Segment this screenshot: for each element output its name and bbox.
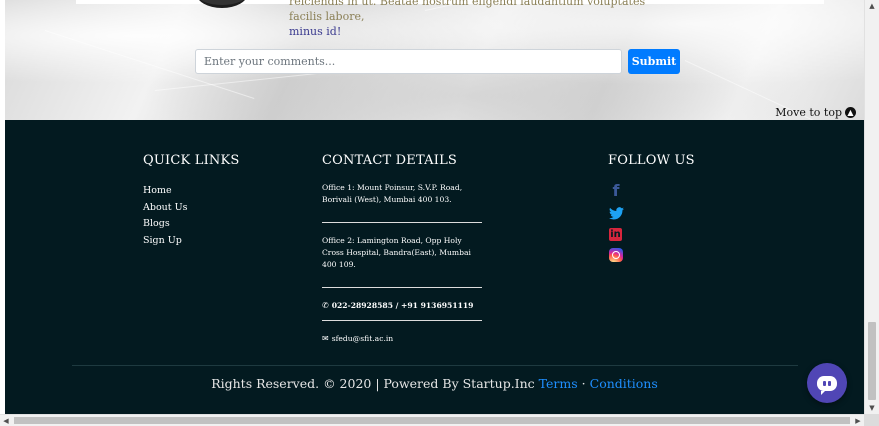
arrow-up-circle-icon: ▲ [845, 107, 856, 118]
footer-link-home[interactable]: Home [143, 183, 188, 200]
scroll-thumb-horizontal[interactable] [14, 417, 850, 424]
comment-line: minus id! [289, 25, 342, 38]
chat-icon [817, 375, 837, 395]
scroll-down-arrow-icon[interactable]: ▼ [865, 402, 879, 414]
scrollbar-corner [864, 414, 879, 426]
twitter-icon[interactable] [608, 205, 624, 221]
email-line: ✉ sfedu@sfit.ac.in [322, 333, 482, 345]
footer-link-about-us[interactable]: About Us [143, 200, 188, 217]
copyright: Rights Reserved. © 2020 | Powered By Sta… [5, 376, 864, 391]
footer-link-sign-up[interactable]: Sign Up [143, 233, 188, 250]
facebook-icon[interactable]: f [608, 181, 624, 200]
copyright-text: Rights Reserved. © 2020 | Powered By Sta… [211, 376, 535, 391]
phone-number: 022-28928585 / +91 9136951119 [331, 301, 474, 310]
office-2-address: Office 2: Lamington Road, Opp Holy Cross… [322, 236, 471, 269]
quick-links-list: Home About Us Blogs Sign Up [143, 183, 188, 249]
scroll-left-arrow-icon[interactable]: ◀ [0, 415, 12, 426]
divider [322, 222, 482, 223]
move-to-top-link[interactable]: Move to top ▲ [775, 106, 856, 119]
quick-links-title: QUICK LINKS [143, 153, 240, 168]
terms-link[interactable]: Terms [539, 376, 578, 391]
contact-details: Office 1: Mount Poinsur, S.V.P. Road, Bo… [322, 182, 482, 345]
horizontal-scrollbar[interactable]: ◀ ▶ [0, 414, 864, 426]
phone-icon: ✆ [322, 301, 329, 310]
move-to-top-label: Move to top [775, 106, 842, 119]
social-links: f in [608, 181, 624, 262]
chat-widget-button[interactable] [807, 363, 847, 403]
comment-body: reiciendis in ut. Beatae nostrum eligend… [289, 0, 669, 39]
scroll-up-arrow-icon[interactable]: ▲ [865, 0, 879, 12]
page-viewport: reiciendis in ut. Beatae nostrum eligend… [0, 0, 864, 414]
footer-link-blogs[interactable]: Blogs [143, 216, 188, 233]
scroll-thumb[interactable] [868, 322, 876, 400]
contact-details-title: CONTACT DETAILS [322, 153, 458, 168]
separator: · [581, 376, 586, 391]
instagram-icon[interactable] [609, 248, 623, 262]
vertical-scrollbar[interactable]: ▲ ▼ [864, 0, 879, 414]
phone-line: ✆ 022-28928585 / +91 9136951119 [322, 300, 482, 312]
email-address[interactable]: sfedu@sfit.ac.in [332, 333, 394, 345]
linkedin-icon[interactable]: in [609, 228, 622, 241]
comment-input[interactable] [195, 49, 622, 74]
conditions-link[interactable]: Conditions [590, 376, 658, 391]
follow-us-title: FOLLOW US [608, 153, 695, 168]
comment-line: reiciendis in ut. Beatae nostrum eligend… [289, 0, 646, 23]
footer-divider [72, 365, 798, 366]
office-1-address: Office 1: Mount Poinsur, S.V.P. Road, Bo… [322, 183, 463, 204]
scroll-right-arrow-icon[interactable]: ▶ [852, 415, 864, 426]
submit-button[interactable]: Submit [628, 49, 680, 74]
divider [322, 320, 482, 321]
envelope-icon: ✉ [322, 334, 329, 343]
footer: QUICK LINKS Home About Us Blogs Sign Up … [5, 120, 864, 414]
divider [322, 287, 482, 288]
